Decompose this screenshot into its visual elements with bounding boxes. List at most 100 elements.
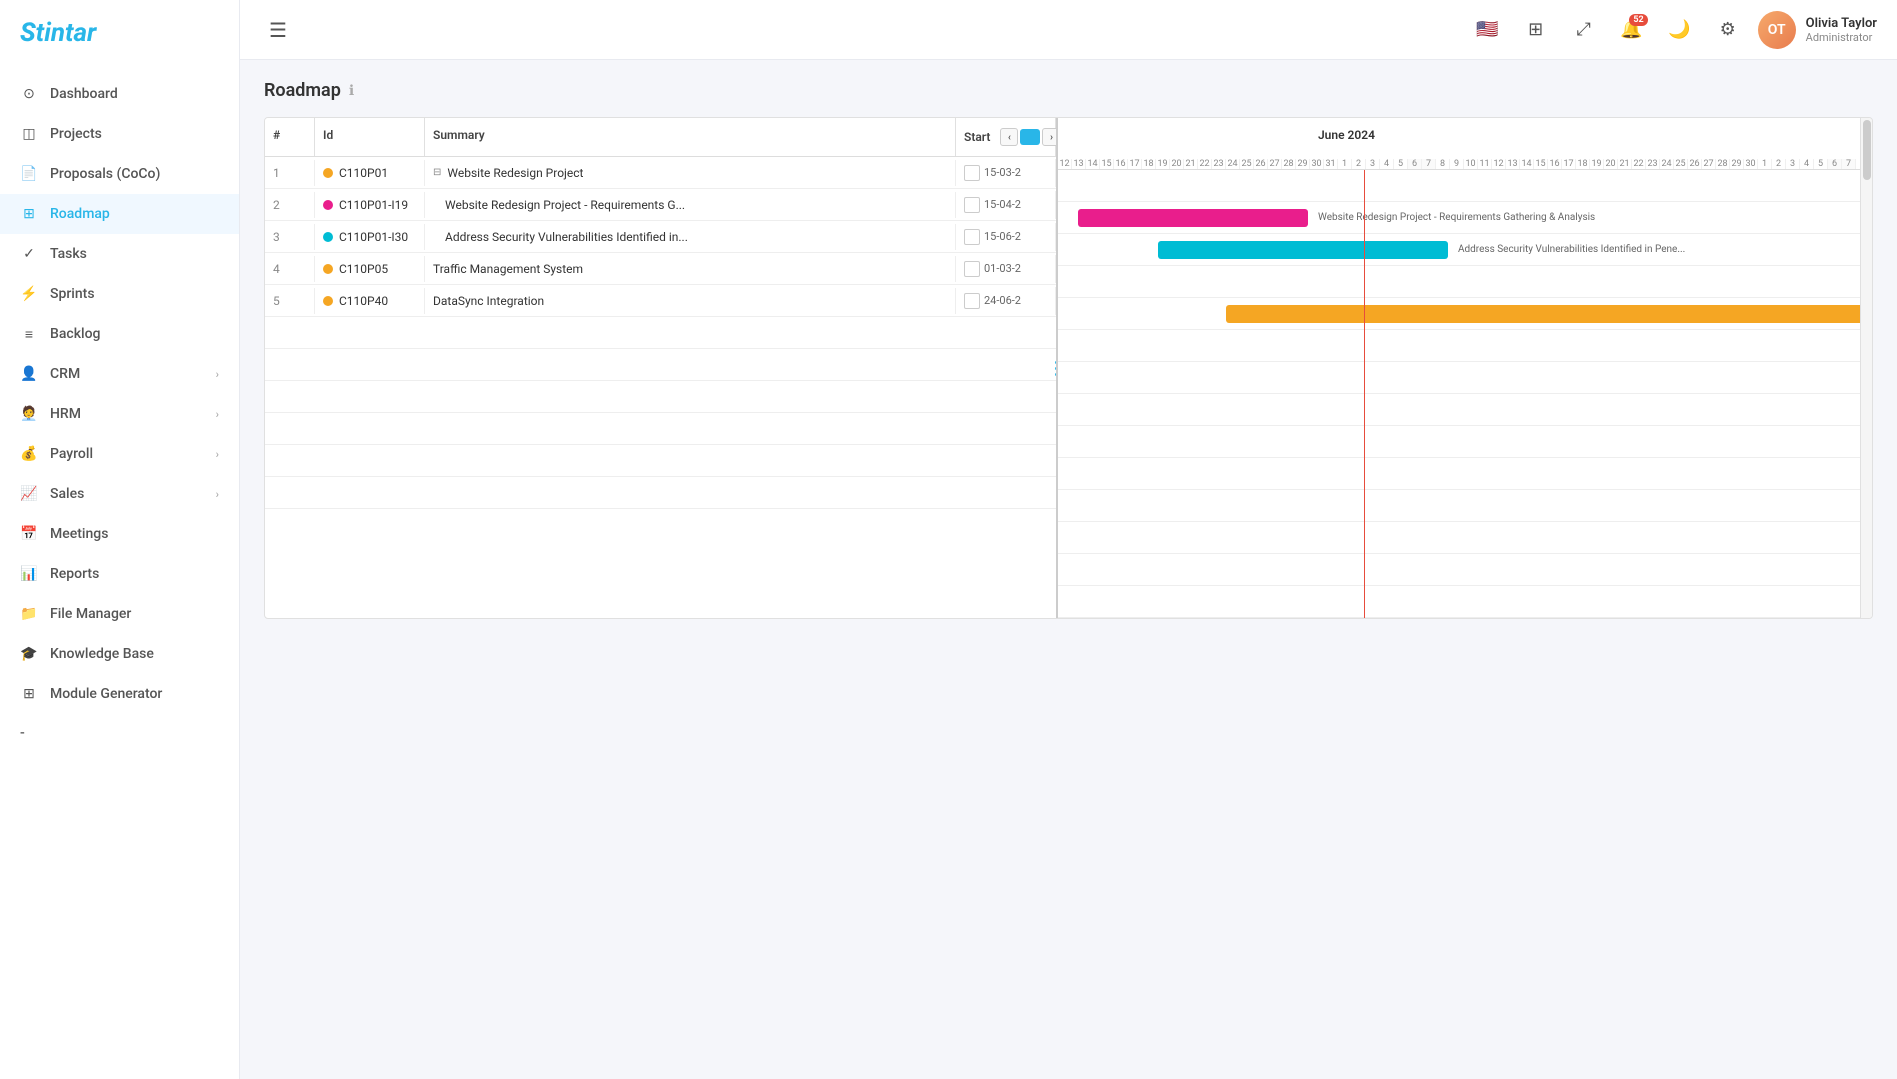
flag-button[interactable]: 🇺🇸 — [1470, 12, 1506, 48]
crm-chevron: › — [216, 368, 219, 381]
expand-button[interactable]: ⤢ — [1566, 12, 1602, 48]
sidebar-item-payroll[interactable]: 💰 Payroll › — [0, 434, 239, 474]
gantt-row-empty — [1058, 458, 1860, 490]
sidebar-item-module-generator[interactable]: ⊞ Module Generator — [0, 674, 239, 714]
col-header-summary: Summary — [425, 118, 956, 156]
gantt-bar-cyan[interactable] — [1158, 241, 1448, 259]
sidebar-item-knowledge-base[interactable]: 🎓 Knowledge Base — [0, 634, 239, 674]
sidebar-item-sales[interactable]: 📈 Sales › — [0, 474, 239, 514]
sidebar-item-file-manager[interactable]: 📁 File Manager — [0, 594, 239, 634]
sidebar-logo: Stintar — [0, 0, 239, 66]
sidebar-item-roadmap[interactable]: ⊞ Roadmap — [0, 194, 239, 234]
table-row-empty — [265, 477, 1056, 509]
page-content: Roadmap ℹ # Id Summary — [240, 60, 1897, 1079]
table-row[interactable]: 3 C110P01-I30 Address Security Vulnerabi… — [265, 221, 1056, 253]
table-row[interactable]: 1 C110P01 ⊟ Website Redesign Project 15-… — [265, 157, 1056, 189]
dashboard-icon: ⊙ — [20, 85, 38, 103]
table-header: # Id Summary Start ‹ — [265, 118, 1056, 157]
knowledge-base-icon: 🎓 — [20, 645, 38, 663]
gear-icon: ⚙ — [1720, 19, 1736, 40]
dark-mode-button[interactable]: 🌙 — [1662, 12, 1698, 48]
proposals-icon: 📄 — [20, 165, 38, 183]
gantt-today-button[interactable] — [1020, 129, 1040, 145]
table-row[interactable]: 2 C110P01-I19 Website Redesign Project -… — [265, 189, 1056, 221]
gantt-nav-arrows: ‹ › — [1000, 128, 1058, 146]
row-start: 15-06-2 — [956, 223, 1056, 251]
row-checkbox[interactable] — [964, 229, 980, 245]
row-start: 01-03-2 — [956, 255, 1056, 283]
gantt-row-empty — [1058, 490, 1860, 522]
row-id: C110P40 — [315, 288, 425, 314]
sidebar: Stintar ⊙ Dashboard ◫ Projects 📄 Proposa… — [0, 0, 240, 1079]
user-profile[interactable]: OT Olivia Taylor Administrator — [1758, 11, 1877, 49]
table-row-empty — [265, 445, 1056, 477]
notifications-button[interactable]: 🔔 52 — [1614, 12, 1650, 48]
status-dot — [323, 232, 333, 242]
tasks-icon: ✓ — [20, 245, 38, 263]
gantt-row-empty — [1058, 586, 1860, 618]
gantt-area: June 2024 121314151617181920212223242526… — [1058, 118, 1860, 618]
table-row[interactable]: 4 C110P05 Traffic Management System 01-0… — [265, 253, 1056, 285]
row-id: C110P01-I19 — [315, 192, 425, 218]
table-row[interactable]: 5 C110P40 DataSync Integration 24-06-2 — [265, 285, 1056, 317]
gantt-scrollbar[interactable] — [1860, 118, 1872, 618]
collapse-icon[interactable]: ⊟ — [433, 167, 441, 178]
gantt-bar-pink[interactable] — [1078, 209, 1308, 227]
scrollbar-thumb[interactable] — [1863, 120, 1871, 180]
sidebar-item-dashboard[interactable]: ⊙ Dashboard — [0, 74, 239, 114]
gantt-header: June 2024 121314151617181920212223242526… — [1058, 118, 1860, 170]
row-summary: ⊟ Website Redesign Project — [425, 160, 956, 186]
sidebar-item-reports[interactable]: 📊 Reports — [0, 554, 239, 594]
settings-button[interactable]: ⚙ — [1710, 12, 1746, 48]
user-role: Administrator — [1806, 31, 1877, 44]
row-checkbox[interactable] — [964, 197, 980, 213]
day-numbers-row: 1213141516171819202122232425262728293031… — [1058, 147, 1860, 169]
crm-icon: 👤 — [20, 365, 38, 383]
col-header-num: # — [265, 118, 315, 156]
row-summary: DataSync Integration — [425, 288, 956, 314]
row-num: 5 — [265, 288, 315, 314]
sidebar-item-hrm[interactable]: 🧑‍💼 HRM › — [0, 394, 239, 434]
row-num: 3 — [265, 224, 315, 250]
sidebar-item-sprints[interactable]: ⚡ Sprints — [0, 274, 239, 314]
gantt-row-4 — [1058, 266, 1860, 298]
gantt-row-empty — [1058, 522, 1860, 554]
gantt-row-empty — [1058, 554, 1860, 586]
sidebar-item-backlog[interactable]: ≡ Backlog — [0, 314, 239, 354]
notification-badge: 52 — [1629, 14, 1647, 26]
reports-icon: 📊 — [20, 565, 38, 583]
row-checkbox[interactable] — [964, 165, 980, 181]
gantt-bar-orange[interactable] — [1226, 305, 1860, 323]
main-content: ☰ 🇺🇸 ⊞ ⤢ 🔔 52 🌙 ⚙ OT Olivia Taylor Admin… — [240, 0, 1897, 1079]
sidebar-item-crm[interactable]: 👤 CRM › — [0, 354, 239, 394]
menu-toggle-button[interactable]: ☰ — [260, 12, 296, 48]
row-id: C110P05 — [315, 256, 425, 282]
sidebar-item-meetings[interactable]: 📅 Meetings — [0, 514, 239, 554]
status-dot — [323, 200, 333, 210]
page-header: Roadmap ℹ — [264, 80, 1873, 101]
row-checkbox[interactable] — [964, 261, 980, 277]
table-row-empty — [265, 317, 1056, 349]
gantt-row-3: Address Security Vulnerabilities Identif… — [1058, 234, 1860, 266]
table-row-empty — [265, 413, 1056, 445]
gantt-prev-button[interactable]: ‹ — [1000, 128, 1018, 146]
sidebar-item-more[interactable]: - — [0, 714, 239, 752]
sidebar-item-tasks[interactable]: ✓ Tasks — [0, 234, 239, 274]
month-label: June 2024 — [1318, 128, 1375, 142]
roadmap-container: # Id Summary Start ‹ — [264, 117, 1873, 619]
logo: Stintar — [20, 18, 96, 48]
table-row-empty — [265, 381, 1056, 413]
hrm-chevron: › — [216, 408, 219, 421]
module-generator-icon: ⊞ — [20, 685, 38, 703]
sidebar-item-proposals[interactable]: 📄 Proposals (CoCo) — [0, 154, 239, 194]
user-name: Olivia Taylor — [1806, 16, 1877, 31]
meetings-icon: 📅 — [20, 525, 38, 543]
row-num: 1 — [265, 160, 315, 186]
sidebar-item-projects[interactable]: ◫ Projects — [0, 114, 239, 154]
row-checkbox[interactable] — [964, 293, 980, 309]
apps-button[interactable]: ⊞ — [1518, 12, 1554, 48]
gantt-row-empty — [1058, 330, 1860, 362]
status-dot — [323, 168, 333, 178]
info-icon[interactable]: ℹ — [349, 83, 354, 99]
gantt-row-empty — [1058, 362, 1860, 394]
